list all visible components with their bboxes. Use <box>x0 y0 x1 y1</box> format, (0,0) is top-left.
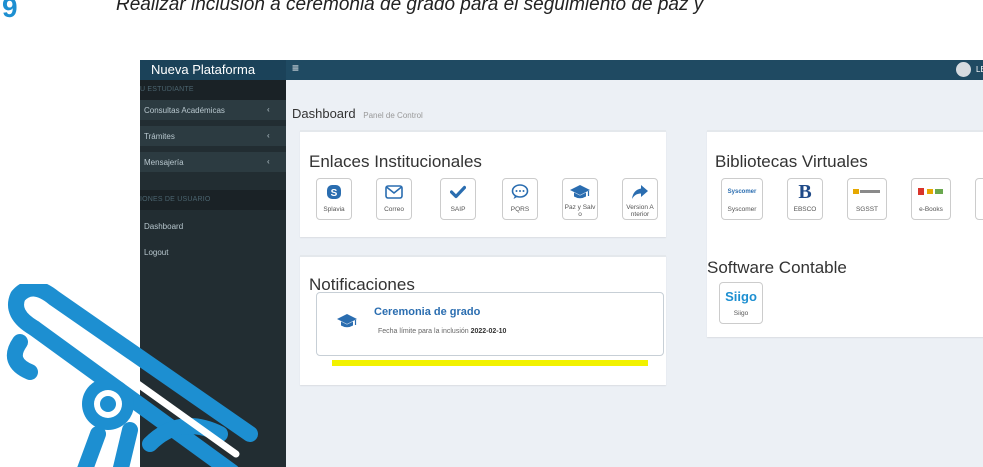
chevron-left-icon: ‹ <box>267 105 270 114</box>
sidebar-section-student: U ESTUDIANTE <box>140 80 286 100</box>
ebsco-logo: B <box>798 180 812 203</box>
comment-icon <box>503 182 537 202</box>
tile-label: Syscomer <box>727 206 757 213</box>
tile-label: Siigo <box>733 310 749 317</box>
sidebar-item-label: Logout <box>144 248 169 257</box>
tile-pqrs[interactable]: PQRS <box>502 178 538 220</box>
bibliotecas-box: Bibliotecas Virtuales Syscomer Syscomer … <box>707 130 983 337</box>
diploma-illustration <box>0 284 280 467</box>
tile-label: SAIP <box>450 206 466 213</box>
share-arrow-icon <box>623 182 657 202</box>
hamburger-icon[interactable]: ≡ <box>292 61 299 75</box>
sidebar-section-user: IONES DE USUARIO <box>140 190 286 210</box>
page-title: Dashboard Panel de Control <box>292 106 423 121</box>
notification-ceremonia[interactable]: Ceremonia de grado Fecha límite para la … <box>316 292 664 356</box>
check-icon <box>441 182 475 202</box>
svg-text:S: S <box>331 188 338 199</box>
tile-label: e-Books <box>919 206 943 213</box>
tile-label: Version A nterior <box>626 204 654 218</box>
brand-logo[interactable]: Nueva Plataforma <box>140 60 286 80</box>
tile-label: Correo <box>384 206 404 213</box>
tile-label: EBSCO <box>793 206 817 213</box>
tile-ebsco[interactable]: B EBSCO <box>787 178 823 220</box>
user-name[interactable]: LE <box>976 65 983 74</box>
sidebar-item-mensajeria[interactable]: Mensajería ‹ <box>140 152 286 172</box>
tile-sgsst[interactable]: SGSST <box>847 178 887 220</box>
tile-label: SGSST <box>855 206 879 213</box>
step-number: 9 <box>2 0 18 22</box>
caption-bar: 9 Realizar inclusión a ceremonia de grad… <box>0 0 983 22</box>
skype-icon: S <box>317 182 351 202</box>
sidebar-item-tramites[interactable]: Trámites ‹ <box>140 126 286 146</box>
tile-siigo[interactable]: Siigo Siigo <box>719 282 763 324</box>
highlight-bar-bottom <box>332 360 648 366</box>
bibliotecas-title: Bibliotecas Virtuales <box>715 152 868 171</box>
tile-more[interactable] <box>975 178 983 220</box>
notification-deadline-label: Fecha límite para la inclusión <box>378 328 469 335</box>
notificaciones-box: Notificaciones Ceremonia de grado Fecha … <box>300 255 666 385</box>
tile-label: Paz y Salv o <box>564 204 596 218</box>
sidebar-item-label: Consultas Académicas <box>144 106 225 115</box>
enlaces-box: Enlaces Institucionales S Splavia Correo… <box>300 130 666 237</box>
chevron-left-icon: ‹ <box>267 131 270 140</box>
sgsst-logo <box>848 182 886 202</box>
siigo-logo: Siigo <box>725 288 757 304</box>
notification-text: Fecha límite para la inclusión 2022-02-1… <box>378 328 506 335</box>
main-content: Dashboard Panel de Control Enlaces Insti… <box>286 80 983 467</box>
page-title-text: Dashboard <box>292 106 356 121</box>
sidebar-item-consultas[interactable]: Consultas Académicas ‹ <box>140 100 286 120</box>
enlaces-title: Enlaces Institucionales <box>309 152 482 171</box>
tile-paz-y-salvo[interactable]: Paz y Salv o <box>562 178 598 220</box>
graduation-cap-icon <box>563 182 597 202</box>
ebooks-logo <box>912 182 950 202</box>
tile-ebooks[interactable]: e-Books <box>911 178 951 220</box>
chevron-left-icon: ‹ <box>267 157 270 166</box>
sidebar-item-label: Trámites <box>144 132 175 141</box>
notification-title[interactable]: Ceremonia de grado <box>374 306 480 318</box>
tile-saip[interactable]: SAIP <box>440 178 476 220</box>
envelope-icon <box>377 182 411 202</box>
tile-version-anterior[interactable]: Version A nterior <box>622 178 658 220</box>
tile-label: PQRS <box>510 206 530 213</box>
sidebar-item-dashboard[interactable]: Dashboard <box>140 216 286 236</box>
caption-text: Realizar inclusión a ceremonia de grado … <box>116 0 704 15</box>
sidebar-item-logout[interactable]: Logout <box>140 242 286 262</box>
tile-syscomer[interactable]: Syscomer Syscomer <box>721 178 763 220</box>
top-navbar: Nueva Plataforma ≡ LE <box>140 60 983 80</box>
sidebar-item-label: Dashboard <box>144 222 184 231</box>
tile-label: Splavia <box>323 206 345 213</box>
page-subtitle: Panel de Control <box>363 111 423 120</box>
sidebar-item-label: Mensajería <box>144 158 184 167</box>
syscomer-logo: Syscomer <box>727 189 757 195</box>
tile-splavia[interactable]: S Splavia <box>316 178 352 220</box>
software-title: Software Contable <box>707 258 847 277</box>
graduation-cap-icon <box>336 313 358 334</box>
tile-correo[interactable]: Correo <box>376 178 412 220</box>
notification-date: 2022-02-10 <box>470 328 507 335</box>
avatar[interactable] <box>956 62 971 77</box>
